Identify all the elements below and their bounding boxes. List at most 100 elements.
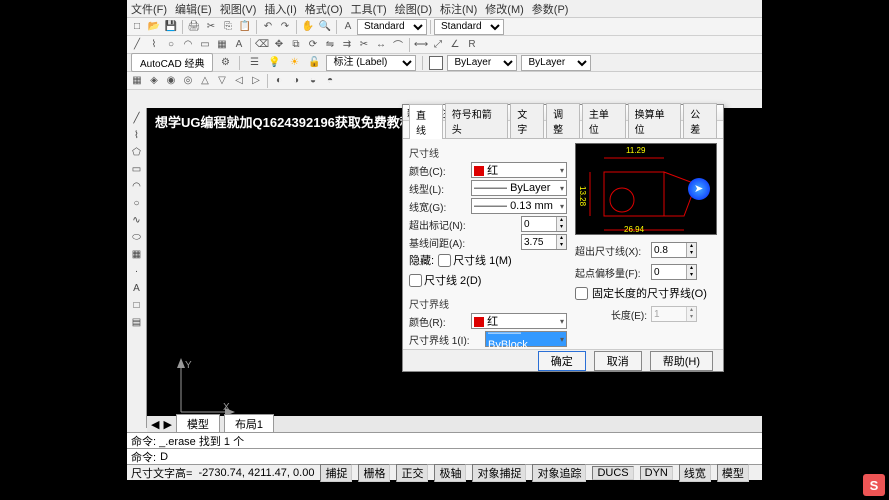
menu-tools[interactable]: 工具(T)	[351, 1, 387, 17]
model-toggle[interactable]: 模型	[717, 464, 749, 482]
dim-radius-icon[interactable]: R	[464, 37, 480, 53]
misc4-icon[interactable]: ◎	[180, 73, 196, 89]
vt-table-icon[interactable]: ▤	[129, 314, 145, 330]
vt-rect-icon[interactable]: ▭	[129, 161, 145, 177]
paste-icon[interactable]: 📋	[237, 19, 253, 35]
misc5-icon[interactable]: △	[197, 73, 213, 89]
new-icon[interactable]: □	[129, 19, 145, 35]
vt-pline-icon[interactable]: ⌇	[129, 127, 145, 143]
menu-edit[interactable]: 编辑(E)	[175, 1, 212, 17]
ext-beyond-dimline-spinner[interactable]: ▴▾	[651, 242, 697, 258]
menu-file[interactable]: 文件(F)	[131, 1, 167, 17]
misc2-icon[interactable]: ◈	[146, 73, 162, 89]
color-swatch[interactable]	[429, 56, 443, 70]
dimline-ltype-select[interactable]: ——— ByLayer▾	[471, 180, 567, 196]
extbeyond-spinner[interactable]: ▴▾	[521, 216, 567, 232]
otrack-toggle[interactable]: 对象追踪	[532, 464, 586, 482]
ime-indicator[interactable]: S	[863, 474, 885, 496]
menu-param[interactable]: 参数(P)	[532, 1, 569, 17]
tab-arrows[interactable]: 符号和箭头	[445, 103, 509, 138]
vt-line-icon[interactable]: ╱	[129, 110, 145, 126]
dimline-lweight-select[interactable]: ——— 0.13 mm▾	[471, 198, 567, 214]
undo-icon[interactable]: ↶	[260, 19, 276, 35]
misc6-icon[interactable]: ▽	[214, 73, 230, 89]
pline-icon[interactable]: ⌇	[146, 37, 162, 53]
mirror-icon[interactable]: ⇋	[322, 37, 338, 53]
gear-icon[interactable]: ⚙	[217, 55, 233, 71]
fixed-length-check[interactable]: 固定长度的尺寸界线(O)	[575, 285, 717, 301]
dimline-color-select[interactable]: 红▾	[471, 162, 567, 178]
misc12-icon[interactable]: ◓	[322, 73, 338, 89]
dim-aligned-icon[interactable]: ⤢	[430, 37, 446, 53]
offset-icon[interactable]: ⇉	[339, 37, 355, 53]
vt-ellipse-icon[interactable]: ⬭	[129, 229, 145, 245]
zoom-icon[interactable]: 🔍	[317, 19, 333, 35]
workspace-combo[interactable]: AutoCAD 经典	[131, 53, 213, 72]
misc1-icon[interactable]: ▦	[129, 73, 145, 89]
snap-toggle[interactable]: 捕捉	[320, 464, 352, 482]
menu-view[interactable]: 视图(V)	[220, 1, 257, 17]
polar-toggle[interactable]: 极轴	[434, 464, 466, 482]
grid-toggle[interactable]: 栅格	[358, 464, 390, 482]
dim-angular-icon[interactable]: ∠	[447, 37, 463, 53]
model-tab[interactable]: 模型	[176, 414, 220, 434]
command-line[interactable]: 命令: D	[127, 448, 762, 464]
vt-arc-icon[interactable]: ◠	[129, 178, 145, 194]
tab-nav-left[interactable]: ◀	[151, 418, 159, 431]
menu-modify[interactable]: 修改(M)	[485, 1, 524, 17]
vt-hatch-icon[interactable]: ▦	[129, 246, 145, 262]
layout1-tab[interactable]: 布局1	[224, 414, 274, 434]
rotate-icon[interactable]: ⟳	[305, 37, 321, 53]
cmd-input[interactable]: D	[160, 451, 168, 463]
open-icon[interactable]: 📂	[146, 19, 162, 35]
menu-format[interactable]: 格式(O)	[305, 1, 343, 17]
redo-icon[interactable]: ↷	[277, 19, 293, 35]
menu-insert[interactable]: 插入(I)	[264, 1, 296, 17]
vt-circle-icon[interactable]: ○	[129, 195, 145, 211]
hatch-icon[interactable]: ▦	[214, 37, 230, 53]
osnap-toggle[interactable]: 对象捕捉	[472, 464, 526, 482]
line-icon[interactable]: ╱	[129, 37, 145, 53]
move-icon[interactable]: ✥	[271, 37, 287, 53]
color-combo[interactable]: ByLayer	[447, 55, 517, 71]
tab-primary[interactable]: 主单位	[582, 103, 626, 138]
extend-icon[interactable]: ↔	[373, 37, 389, 53]
layer-combo[interactable]: 标注 (Label)	[326, 55, 416, 71]
bulb-icon[interactable]: 💡	[266, 55, 282, 71]
vt-block-icon[interactable]: □	[129, 297, 145, 313]
save-icon[interactable]: 💾	[163, 19, 179, 35]
misc10-icon[interactable]: ◑	[288, 73, 304, 89]
menu-draw[interactable]: 绘图(D)	[395, 1, 432, 17]
fillet-icon[interactable]: ⌒	[390, 37, 406, 53]
trim-icon[interactable]: ✂	[356, 37, 372, 53]
lwt-toggle[interactable]: 线宽	[679, 464, 711, 482]
pan-icon[interactable]: ✋	[300, 19, 316, 35]
tab-lines[interactable]: 直线	[409, 104, 443, 139]
dim-linear-icon[interactable]: ⟷	[413, 37, 429, 53]
vt-poly-icon[interactable]: ⬠	[129, 144, 145, 160]
misc9-icon[interactable]: ◐	[271, 73, 287, 89]
cancel-button[interactable]: 取消	[594, 351, 642, 371]
copy-icon[interactable]: ⎘	[220, 19, 236, 35]
misc8-icon[interactable]: ▷	[248, 73, 264, 89]
help-button[interactable]: 帮助(H)	[650, 351, 713, 371]
misc3-icon[interactable]: ◉	[163, 73, 179, 89]
origin-offset-spinner[interactable]: ▴▾	[651, 264, 697, 280]
circle-icon[interactable]: ○	[163, 37, 179, 53]
ltype-combo[interactable]: ByLayer	[521, 55, 591, 71]
tab-alt[interactable]: 换算单位	[628, 103, 682, 138]
textstyle-icon[interactable]: A	[340, 19, 356, 35]
baseline-spinner[interactable]: ▴▾	[521, 234, 567, 250]
dim-style-combo[interactable]: Standard	[434, 19, 504, 35]
hide-dimline1-check[interactable]: 尺寸线 1(M)	[438, 252, 512, 268]
misc11-icon[interactable]: ◒	[305, 73, 321, 89]
text-icon[interactable]: A	[231, 37, 247, 53]
arc-icon[interactable]: ◠	[180, 37, 196, 53]
tab-fit[interactable]: 调整	[546, 103, 580, 138]
tab-nav-right[interactable]: ▶	[163, 418, 171, 431]
hide-dimline2-check[interactable]: 尺寸线 2(D)	[409, 272, 481, 288]
ok-button[interactable]: 确定	[538, 351, 586, 371]
vt-point-icon[interactable]: ·	[129, 263, 145, 279]
sun-icon[interactable]: ☀	[286, 55, 302, 71]
erase-icon[interactable]: ⌫	[254, 37, 270, 53]
